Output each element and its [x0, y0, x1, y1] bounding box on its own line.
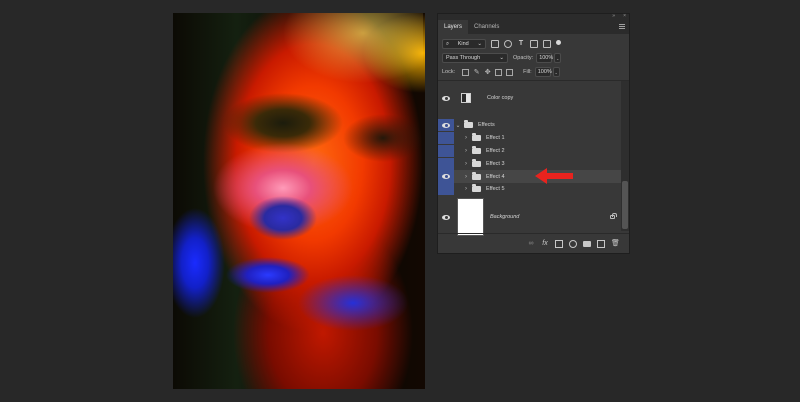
folder-icon [472, 171, 481, 180]
layer-effect-2[interactable]: › Effect 2 [438, 145, 623, 157]
lock-all-icon[interactable] [506, 68, 514, 76]
shape-filter-icon[interactable] [530, 40, 538, 48]
collapse-panel-icon[interactable]: » [612, 13, 615, 19]
layer-name: Effect 5 [486, 186, 505, 192]
layer-background[interactable]: Background [438, 196, 623, 238]
layer-effects-group[interactable]: ⌄ Effects [438, 119, 623, 131]
layer-name: Effect 1 [486, 135, 505, 141]
lock-icon[interactable] [610, 213, 617, 219]
lock-artboard-icon[interactable] [495, 68, 503, 76]
chevron-right-icon[interactable]: › [462, 174, 470, 180]
eye-icon [442, 214, 450, 220]
visibility-toggle[interactable] [438, 183, 454, 195]
opacity-input[interactable]: 100% [536, 53, 553, 63]
lock-transparent-icon[interactable] [462, 68, 470, 76]
layer-thumbnail [457, 198, 484, 236]
eye-icon [442, 122, 450, 128]
layer-effect-4[interactable]: › Effect 4 [438, 170, 623, 183]
layer-effect-5[interactable]: › Effect 5 [438, 183, 623, 195]
chevron-down-icon: ⌄ [499, 55, 504, 61]
filter-kind-label: Kind [457, 41, 469, 47]
layer-name: Color copy [487, 95, 514, 101]
layer-name: Effects [478, 122, 495, 128]
folder-icon [472, 146, 481, 154]
new-group-icon[interactable] [583, 240, 591, 247]
fx-icon[interactable]: fx [541, 240, 549, 248]
folder-icon [472, 184, 481, 192]
adjustment-icon[interactable] [569, 239, 577, 248]
new-layer-icon[interactable] [597, 239, 605, 248]
tab-layers[interactable]: Layers [438, 20, 469, 34]
close-panel-icon[interactable]: × [623, 13, 626, 19]
filter-kind-select[interactable]: ⌕ Kind ⌄ [442, 39, 486, 49]
fill-input[interactable]: 100% [534, 67, 552, 77]
tab-channels[interactable]: Channels [468, 20, 505, 34]
visibility-toggle[interactable] [438, 196, 454, 238]
smart-object-filter-icon[interactable] [543, 40, 551, 48]
chevron-down-icon: ⌄ [477, 41, 482, 47]
visibility-toggle[interactable] [438, 92, 454, 104]
canvas-highlight [243, 13, 423, 153]
opacity-dropdown-icon[interactable]: ⌄ [554, 53, 562, 63]
folder-icon [472, 159, 481, 167]
layers-scrollbar[interactable] [621, 81, 629, 231]
panel-footer: ∞ fx 🗑 [438, 233, 629, 253]
chevron-right-icon[interactable]: › [462, 161, 470, 167]
blend-mode-select[interactable]: Pass Through ⌄ [442, 53, 508, 63]
adjustment-filter-icon[interactable] [504, 40, 512, 48]
layers-panel: » × Layers Channels ⌕ Kind ⌄ T Pass Thro… [437, 13, 630, 254]
document-canvas[interactable] [173, 13, 425, 389]
trash-icon[interactable]: 🗑 [611, 240, 620, 248]
layer-name: Effect 4 [486, 173, 505, 180]
chevron-down-icon[interactable]: ⌄ [454, 122, 462, 129]
blend-mode-label: Pass Through [446, 55, 481, 61]
adjustment-layer-icon [461, 93, 471, 103]
fill-label: Fill: [523, 69, 532, 75]
layer-effect-1[interactable]: › Effect 1 [438, 132, 623, 144]
layer-name: Effect 3 [486, 161, 505, 167]
type-filter-icon[interactable]: T [517, 40, 525, 48]
layer-name: Effect 2 [486, 148, 505, 154]
chevron-right-icon[interactable]: › [462, 148, 470, 154]
mask-icon[interactable] [555, 239, 563, 248]
divider [438, 80, 629, 81]
layer-color-copy[interactable]: Color copy [438, 92, 623, 104]
panel-menu-icon[interactable] [619, 24, 625, 29]
folder-icon [472, 133, 481, 141]
layer-name: Background [490, 214, 520, 220]
scroll-thumb[interactable] [622, 181, 628, 229]
visibility-toggle[interactable] [438, 145, 454, 157]
opacity-label: Opacity: [513, 55, 534, 61]
visibility-toggle[interactable] [438, 170, 454, 183]
lock-move-icon[interactable]: ✥ [484, 69, 491, 76]
search-icon: ⌕ [446, 40, 450, 47]
eye-icon [442, 174, 450, 179]
link-icon[interactable]: ∞ [527, 240, 535, 248]
red-arrow-annotation [535, 168, 573, 184]
blend-row: Pass Through ⌄ Opacity: 100% ⌄ [442, 53, 562, 63]
lock-label: Lock: [442, 69, 456, 75]
visibility-toggle[interactable] [438, 132, 454, 144]
pixel-filter-icon[interactable] [491, 40, 499, 48]
chevron-right-icon[interactable]: › [462, 135, 470, 141]
filter-toggle-icon[interactable] [556, 39, 561, 45]
visibility-toggle[interactable] [438, 119, 454, 131]
lock-row: Lock: ✎ ✥ Fill: 100% ⌄ [442, 67, 560, 77]
panel-tabs: Layers Channels [438, 20, 629, 34]
chevron-right-icon[interactable]: › [462, 186, 470, 192]
filter-row: ⌕ Kind ⌄ T [442, 39, 561, 49]
visibility-toggle[interactable] [438, 158, 454, 170]
eye-icon [442, 95, 450, 101]
lock-brush-icon[interactable]: ✎ [473, 69, 480, 76]
fill-dropdown-icon[interactable]: ⌄ [552, 67, 560, 77]
layer-effect-3[interactable]: › Effect 3 [438, 158, 623, 170]
folder-icon [464, 120, 473, 128]
